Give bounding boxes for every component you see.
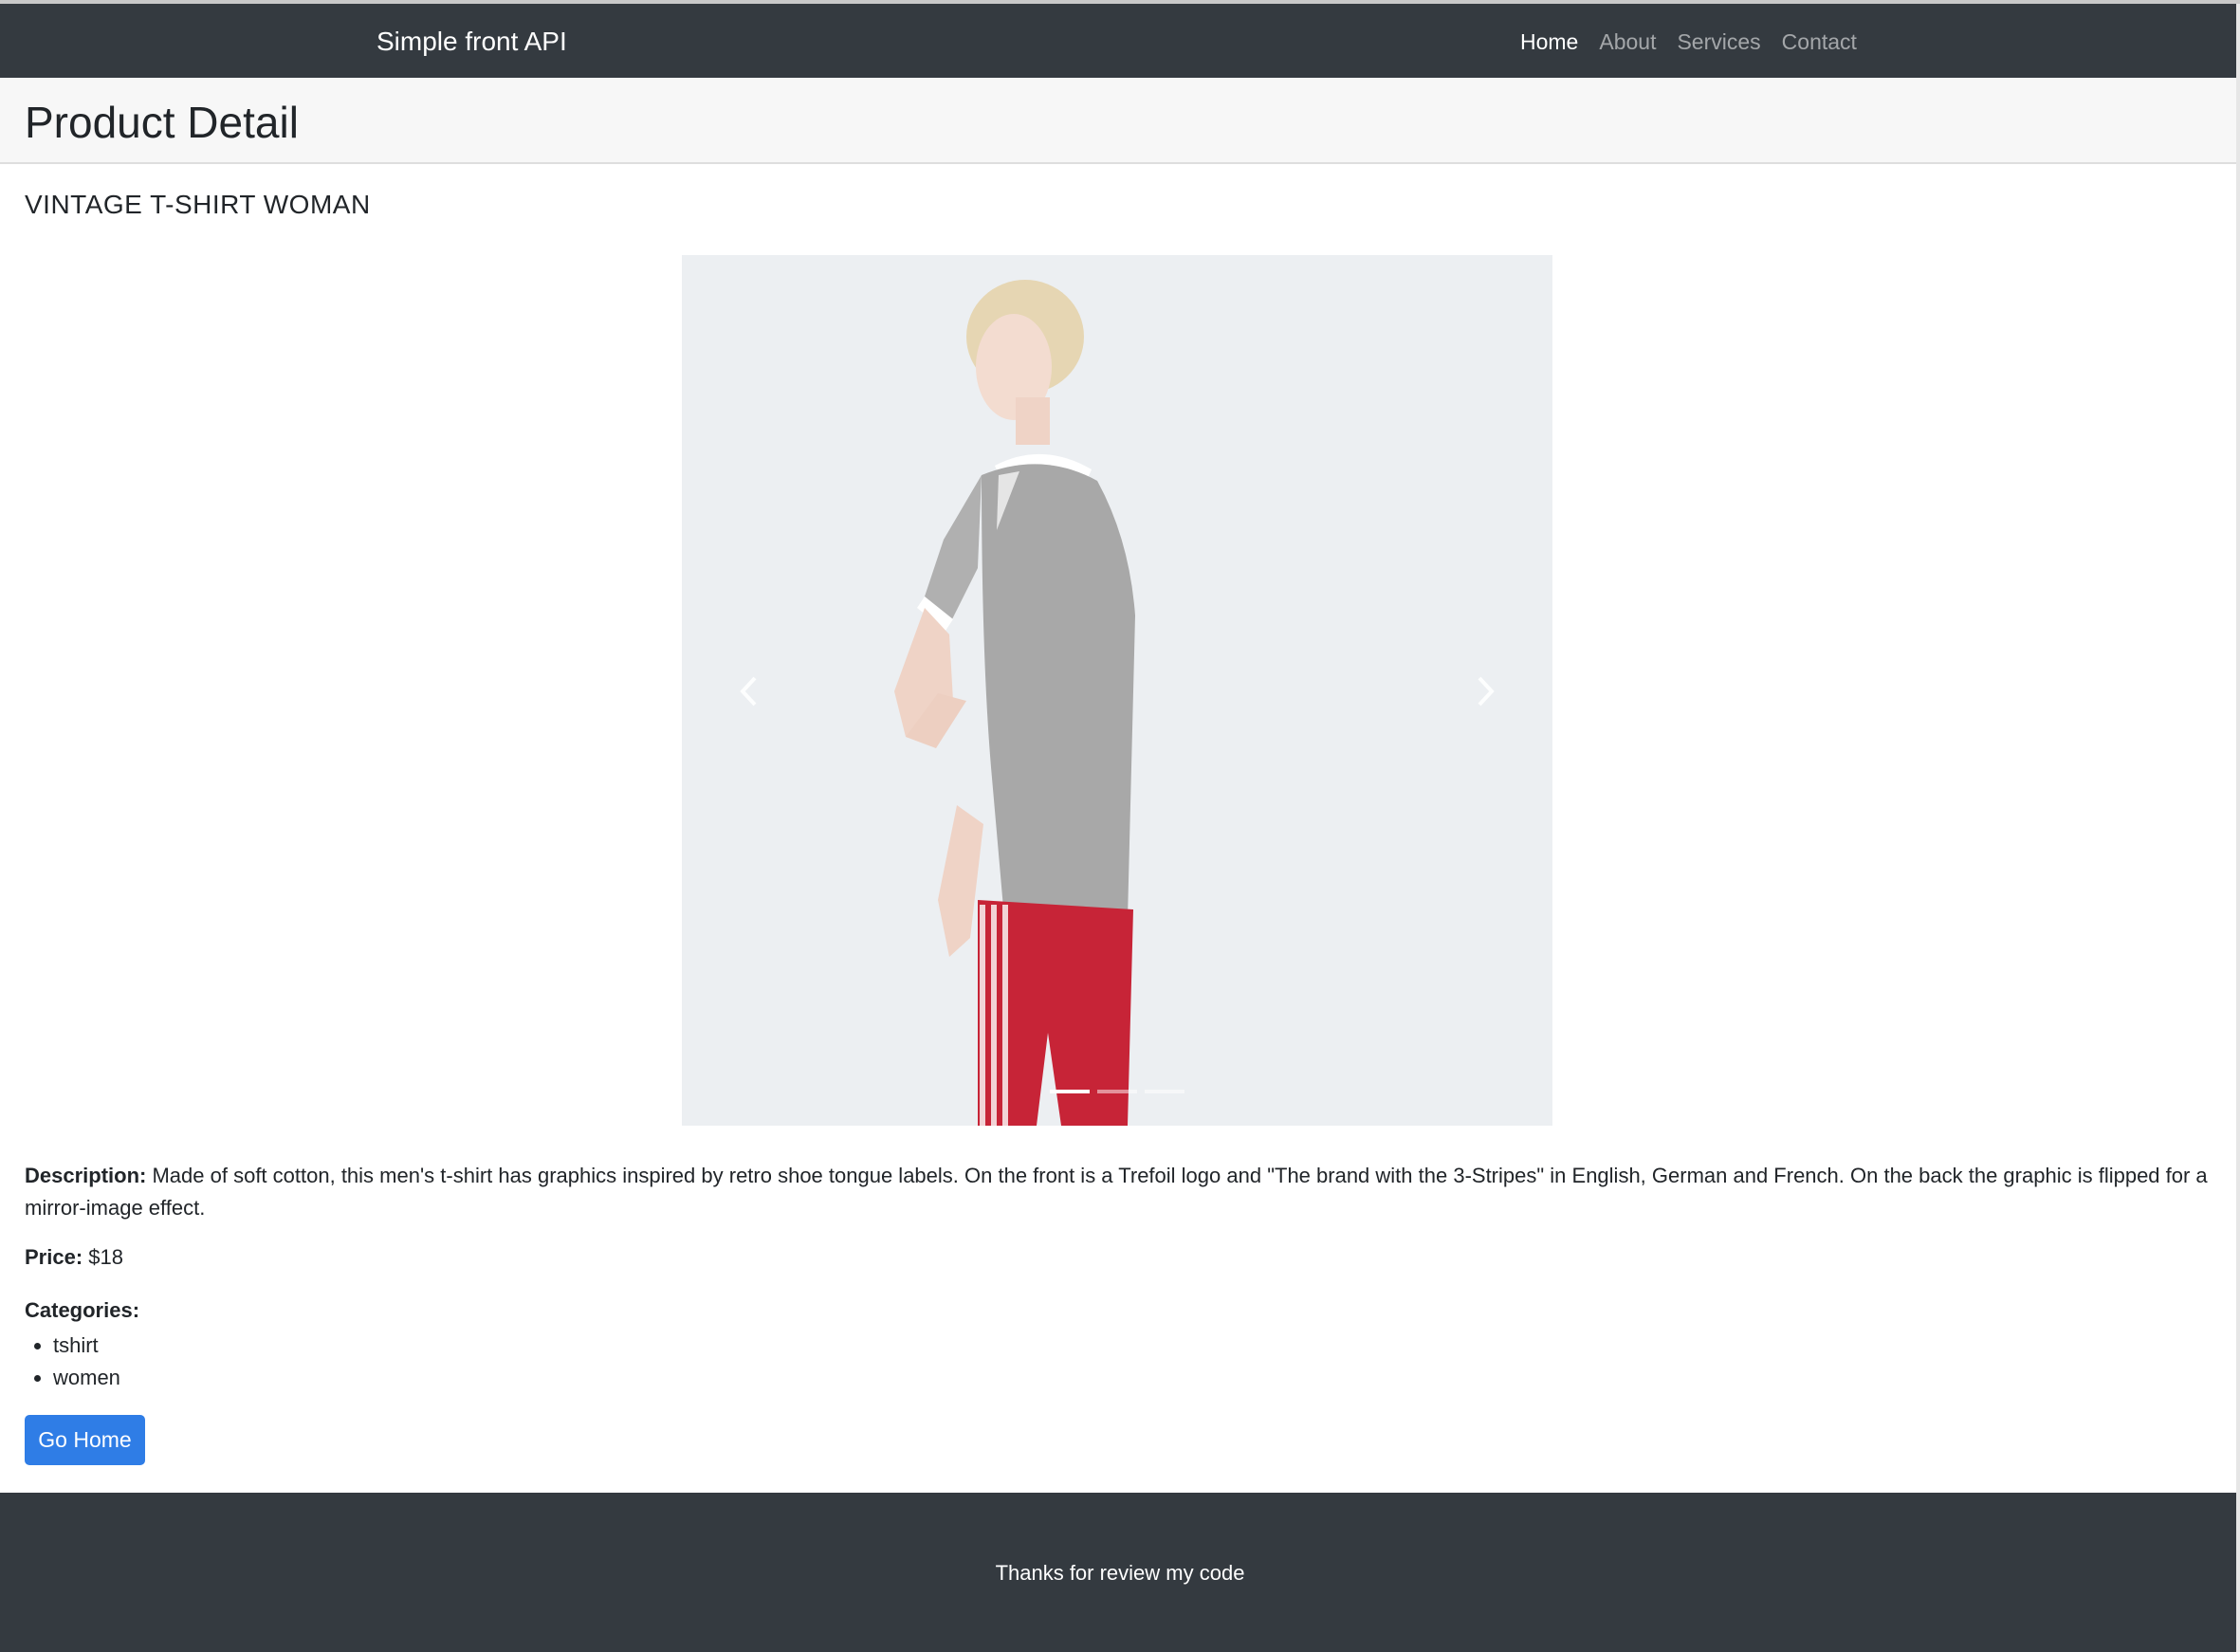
chevron-left-icon xyxy=(740,676,757,707)
page-title: Product Detail xyxy=(25,98,299,147)
navbar-brand[interactable]: Simple front API xyxy=(376,27,567,57)
price-value: $18 xyxy=(88,1245,123,1269)
carousel-indicator-1[interactable] xyxy=(1050,1090,1090,1093)
categories-list: tshirt women xyxy=(25,1330,120,1394)
product-price: Price: $18 xyxy=(25,1245,123,1270)
go-home-button[interactable]: Go Home xyxy=(25,1415,145,1465)
nav-links: Home About Services Contact xyxy=(1520,29,1857,55)
carousel-indicator-2[interactable] xyxy=(1097,1090,1137,1093)
carousel-indicator-3[interactable] xyxy=(1145,1090,1184,1093)
page-scrollbar[interactable] xyxy=(2236,4,2240,1652)
nav-link-home[interactable]: Home xyxy=(1520,29,1578,55)
price-label: Price: xyxy=(25,1245,83,1269)
chevron-right-icon xyxy=(1478,676,1495,707)
description-label: Description: xyxy=(25,1164,147,1187)
category-item: women xyxy=(53,1362,120,1394)
description-text: Made of soft cotton, this men's t-shirt … xyxy=(25,1164,2208,1220)
nav-link-services[interactable]: Services xyxy=(1677,29,1760,55)
category-item: tshirt xyxy=(53,1330,120,1362)
navbar: Simple front API Home About Services Con… xyxy=(0,4,2240,78)
carousel-next-button[interactable] xyxy=(1458,653,1515,729)
product-image-carousel[interactable] xyxy=(682,255,1552,1126)
product-photo xyxy=(894,280,1135,1126)
product-description: Description: Made of soft cotton, this m… xyxy=(25,1160,2215,1224)
page-footer: Thanks for review my code xyxy=(0,1493,2240,1652)
carousel-indicators xyxy=(682,1090,1552,1093)
footer-text: Thanks for review my code xyxy=(995,1561,1245,1585)
nav-link-contact[interactable]: Contact xyxy=(1782,29,1857,55)
product-name: VINTAGE T-SHIRT WOMAN xyxy=(25,190,371,219)
categories-label: Categories: xyxy=(25,1298,140,1322)
nav-link-about[interactable]: About xyxy=(1599,29,1656,55)
carousel-prev-button[interactable] xyxy=(720,653,777,729)
page-header: Product Detail xyxy=(0,78,2240,164)
